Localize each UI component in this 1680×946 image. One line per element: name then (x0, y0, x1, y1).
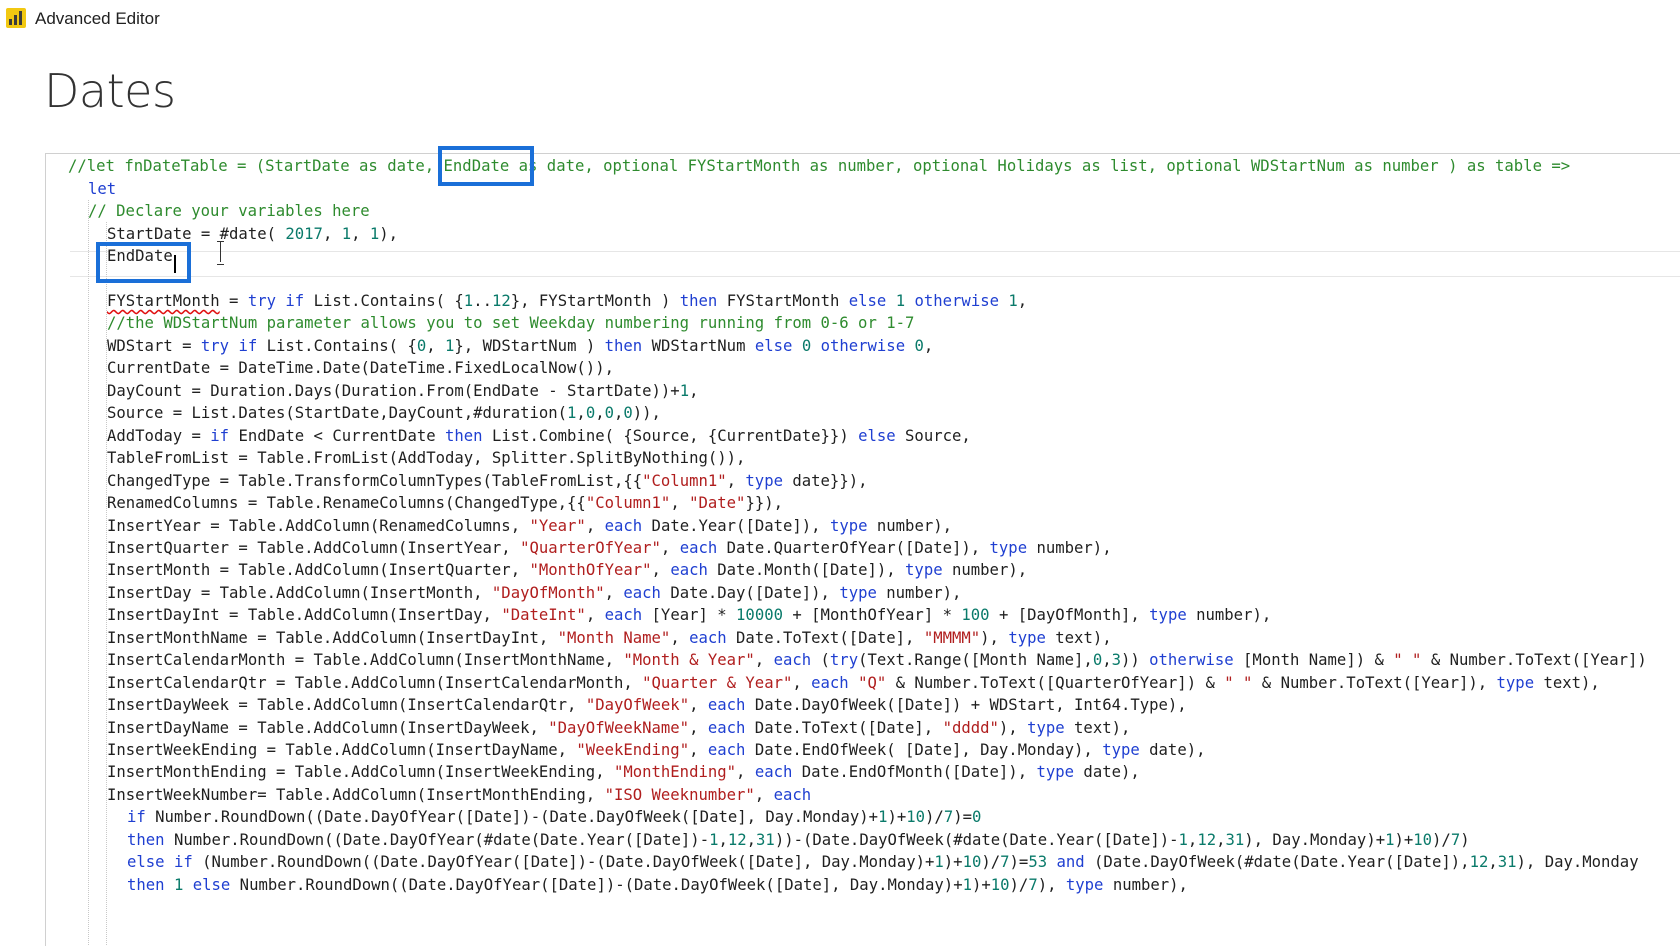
code-line: TableFromList = Table.FromList(AddToday,… (107, 449, 746, 467)
code-line: InsertMonthName = Table.AddColumn(Insert… (107, 629, 1112, 647)
code-line: //let fnDateTable = (StartDate as date, … (68, 157, 1571, 175)
code-line: if Number.RoundDown((Date.DayOfYear([Dat… (127, 808, 982, 826)
code-line: InsertMonthEnding = Table.AddColumn(Inse… (107, 763, 1140, 781)
code-line: AddToday = if EndDate < CurrentDate then… (107, 427, 971, 445)
code-line: InsertCalendarQtr = Table.AddColumn(Inse… (107, 674, 1600, 692)
mouse-ibeam-cursor (216, 240, 226, 265)
code-line: InsertYear = Table.AddColumn(RenamedColu… (107, 517, 952, 535)
code-line: InsertDayWeek = Table.AddColumn(InsertCa… (107, 696, 1187, 714)
code-line: ChangedType = Table.TransformColumnTypes… (107, 472, 868, 490)
code-line: then 1 else Number.RoundDown((Date.DayOf… (127, 876, 1188, 894)
code-line: InsertQuarter = Table.AddColumn(InsertYe… (107, 539, 1112, 557)
code-line: //the WDStartNum parameter allows you to… (107, 314, 915, 332)
code-line: let (88, 180, 117, 198)
code-line: InsertDay = Table.AddColumn(InsertMonth,… (107, 584, 962, 602)
code-line: then Number.RoundDown((Date.DayOfYear(#d… (127, 831, 1470, 849)
code-line: InsertMonth = Table.AddColumn(InsertQuar… (107, 561, 1028, 579)
code-line: InsertDayInt = Table.AddColumn(InsertDay… (107, 606, 1272, 624)
code-line: Source = List.Dates(StartDate,DayCount,#… (107, 404, 661, 422)
code-line: RenamedColumns = Table.RenameColumns(Cha… (107, 494, 783, 512)
code-line: FYStartMonth = try if List.Contains( {1.… (107, 292, 1028, 310)
code-line: // Declare your variables here (88, 202, 370, 220)
text-cursor (174, 255, 176, 273)
code-lines: //let fnDateTable = (StartDate as date, … (0, 0, 1680, 945)
code-line: else if (Number.RoundDown((Date.DayOfYea… (127, 853, 1639, 871)
code-line: DayCount = Duration.Days(Duration.From(E… (107, 382, 699, 400)
code-line: CurrentDate = DateTime.Date(DateTime.Fix… (107, 359, 614, 377)
code-line: InsertCalendarMonth = Table.AddColumn(In… (107, 651, 1647, 669)
code-line: InsertWeekNumber= Table.AddColumn(Insert… (107, 786, 812, 804)
code-line: InsertWeekEnding = Table.AddColumn(Inser… (107, 741, 1206, 759)
highlight-box-enddate-header (438, 146, 534, 186)
code-line: WDStart = try if List.Contains( {0, 1}, … (107, 337, 934, 355)
highlight-box-enddate-line (96, 242, 191, 283)
code-line: InsertDayName = Table.AddColumn(InsertDa… (107, 719, 1131, 737)
